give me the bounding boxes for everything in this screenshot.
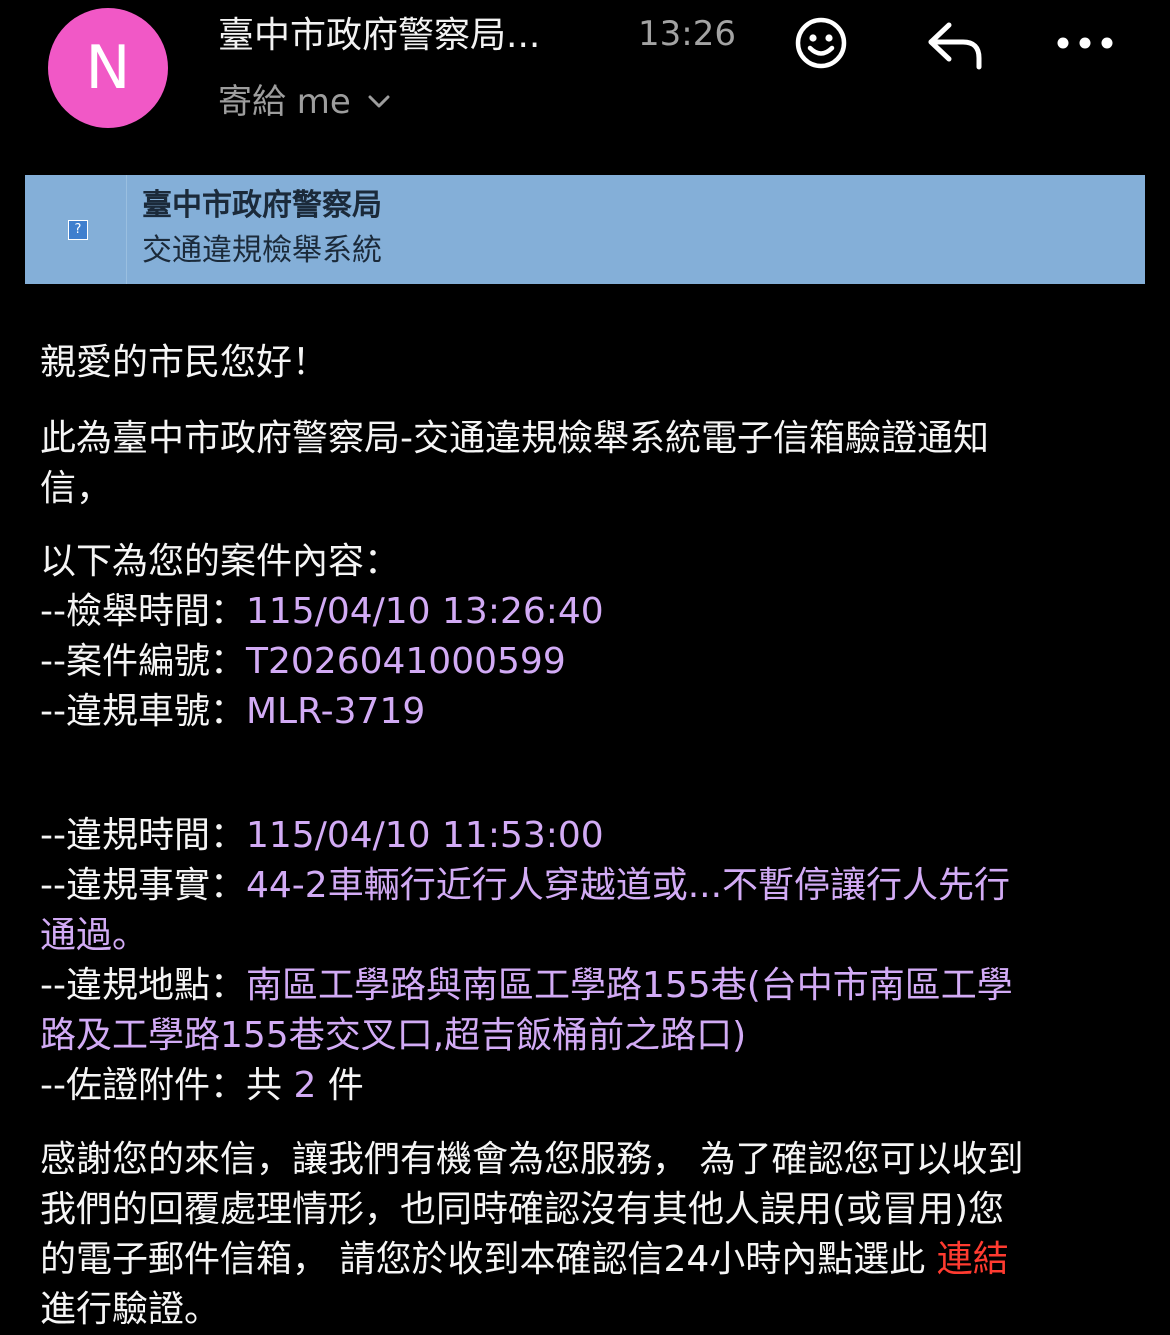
violation-place-continued[interactable]: 路及工學路155巷交叉口,超吉飯桶前之路口) (40, 1011, 1130, 1061)
recipient-toggle[interactable]: 寄給 me (218, 80, 391, 124)
attachments-row: --佐證附件：共 2 件 (40, 1061, 1130, 1111)
more-icon (1057, 37, 1113, 49)
sender-name[interactable]: 臺中市政府警察局... (218, 12, 608, 60)
violation-time-label: --違規時間： (40, 815, 246, 856)
intro-line: 信， (40, 468, 113, 509)
greeting: 親愛的市民您好！ (40, 342, 329, 383)
intro-paragraph: 此為臺中市政府警察局-交通違規檢舉系統電子信箱驗證通知 信， (40, 414, 1130, 514)
attachments-label: --佐證附件： (40, 1065, 246, 1106)
case-details: 以下為您的案件內容： --檢舉時間：115/04/10 13:26:40 --案… (40, 537, 1130, 737)
verification-link[interactable]: 連結 (937, 1239, 1009, 1280)
violation-place-value[interactable]: 南區工學路與南區工學路155巷(台中市南區工學 (246, 965, 1013, 1006)
plate-row: --違規車號：MLR-3719 (40, 687, 1130, 737)
violation-place-row: --違規地點：南區工學路與南區工學路155巷(台中市南區工學 (40, 961, 1130, 1011)
reply-button[interactable] (922, 10, 988, 76)
broken-image-icon: ? (68, 220, 88, 240)
violation-details: --違規時間：115/04/10 11:53:00 --違規事實：44-2車輛行… (40, 811, 1130, 1111)
avatar-letter: N (85, 33, 131, 103)
emoji-reaction-button[interactable] (788, 10, 854, 76)
attachments-count[interactable]: 2 (293, 1065, 316, 1106)
intro-line: 此為臺中市政府警察局-交通違規檢舉系統電子信箱驗證通知 (40, 418, 989, 459)
violation-fact-row: --違規事實：44-2車輛行近行人穿越道或...不暫停讓行人先行 (40, 861, 1130, 911)
chevron-down-icon (368, 95, 390, 108)
case-heading: 以下為您的案件內容： (40, 541, 401, 582)
report-time-label: --檢舉時間： (40, 591, 246, 632)
violation-fact-value[interactable]: 44-2車輛行近行人穿越道或...不暫停讓行人先行 (246, 865, 1010, 906)
reply-icon (928, 22, 982, 70)
case-number-label: --案件編號： (40, 641, 246, 682)
closing-line: 我們的回覆處理情形，也同時確認沒有其他人誤用(或冒用)您 (40, 1189, 1005, 1230)
violation-time-row: --違規時間：115/04/10 11:53:00 (40, 811, 1130, 861)
violation-fact-continued[interactable]: 通過。 (40, 911, 1130, 961)
message-time: 13:26 (638, 14, 736, 54)
sender-avatar[interactable]: N (48, 8, 168, 128)
banner-title: 臺中市政府警察局 (142, 188, 382, 223)
violation-place-label: --違規地點： (40, 965, 246, 1006)
attachments-prefix: 共 (245, 1065, 294, 1106)
recipient-label: 寄給 me (218, 82, 351, 122)
report-time-row: --檢舉時間：115/04/10 13:26:40 (40, 587, 1130, 637)
case-number-row: --案件編號：T2026041000599 (40, 637, 1130, 687)
violation-fact-label: --違規事實： (40, 865, 246, 906)
closing-line: 進行驗證。 (40, 1289, 221, 1330)
closing-line: 感謝您的來信，讓我們有機會為您服務， 為了確認您可以收到 (40, 1139, 1024, 1180)
more-options-button[interactable] (1052, 10, 1118, 76)
plate-value[interactable]: MLR-3719 (246, 691, 425, 732)
banner-image-cell: ? (25, 175, 127, 284)
violation-time-value[interactable]: 115/04/10 11:53:00 (246, 815, 604, 856)
emoji-icon (795, 17, 847, 69)
report-time-value[interactable]: 115/04/10 13:26:40 (246, 591, 604, 632)
closing-line-with-link: 的電子郵件信箱， 請您於收到本確認信24小時內點選此 連結 (40, 1235, 1130, 1285)
closing-paragraph: 感謝您的來信，讓我們有機會為您服務， 為了確認您可以收到 我們的回覆處理情形，也… (40, 1135, 1130, 1335)
closing-line: 的電子郵件信箱， 請您於收到本確認信24小時內點選此 (40, 1239, 937, 1280)
case-number-value[interactable]: T2026041000599 (246, 641, 566, 682)
attachments-suffix: 件 (316, 1065, 364, 1106)
banner-subtitle: 交通違規檢舉系統 (142, 233, 382, 268)
plate-label: --違規車號： (40, 691, 246, 732)
